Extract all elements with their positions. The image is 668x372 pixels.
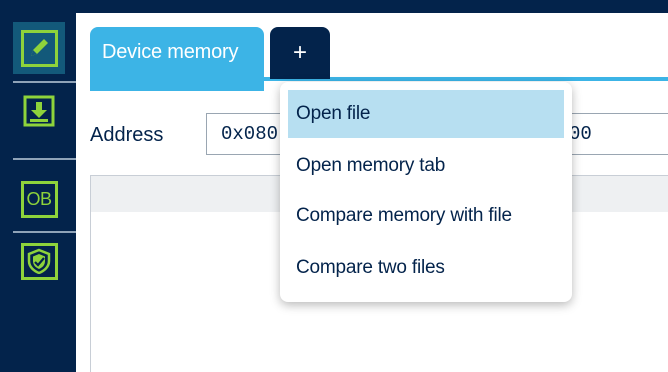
top-bar bbox=[0, 0, 668, 13]
sidebar-separator bbox=[13, 231, 76, 233]
sidebar-item-option-bytes[interactable]: OB bbox=[13, 173, 65, 225]
option-bytes-label: OB bbox=[26, 188, 52, 209]
sidebar-separator bbox=[13, 158, 76, 160]
menu-item-compare-memory-with-file[interactable]: Compare memory with file bbox=[288, 192, 564, 240]
sidebar: OB bbox=[0, 13, 76, 372]
sidebar-item-download[interactable] bbox=[13, 85, 65, 137]
address-value-suffix: 00 bbox=[569, 123, 592, 145]
sidebar-separator bbox=[13, 81, 76, 83]
menu-item-open-file[interactable]: Open file bbox=[288, 90, 564, 138]
sidebar-item-erase-programming[interactable] bbox=[13, 22, 65, 74]
option-bytes-icon: OB bbox=[20, 180, 58, 218]
tab-device-memory[interactable]: Device memory bbox=[90, 27, 264, 91]
menu-item-compare-two-files[interactable]: Compare two files bbox=[288, 244, 564, 292]
address-value: 0x080 bbox=[221, 123, 279, 145]
edit-icon bbox=[20, 29, 58, 67]
menu-item-open-memory-tab[interactable]: Open memory tab bbox=[288, 142, 564, 190]
download-icon bbox=[21, 93, 58, 130]
add-tab-dropdown-menu: Open file Open memory tab Compare memory… bbox=[280, 82, 572, 302]
address-label: Address bbox=[90, 124, 164, 146]
shield-icon bbox=[20, 242, 58, 280]
sidebar-item-security[interactable] bbox=[13, 235, 65, 287]
add-tab-button[interactable]: + bbox=[270, 27, 330, 79]
